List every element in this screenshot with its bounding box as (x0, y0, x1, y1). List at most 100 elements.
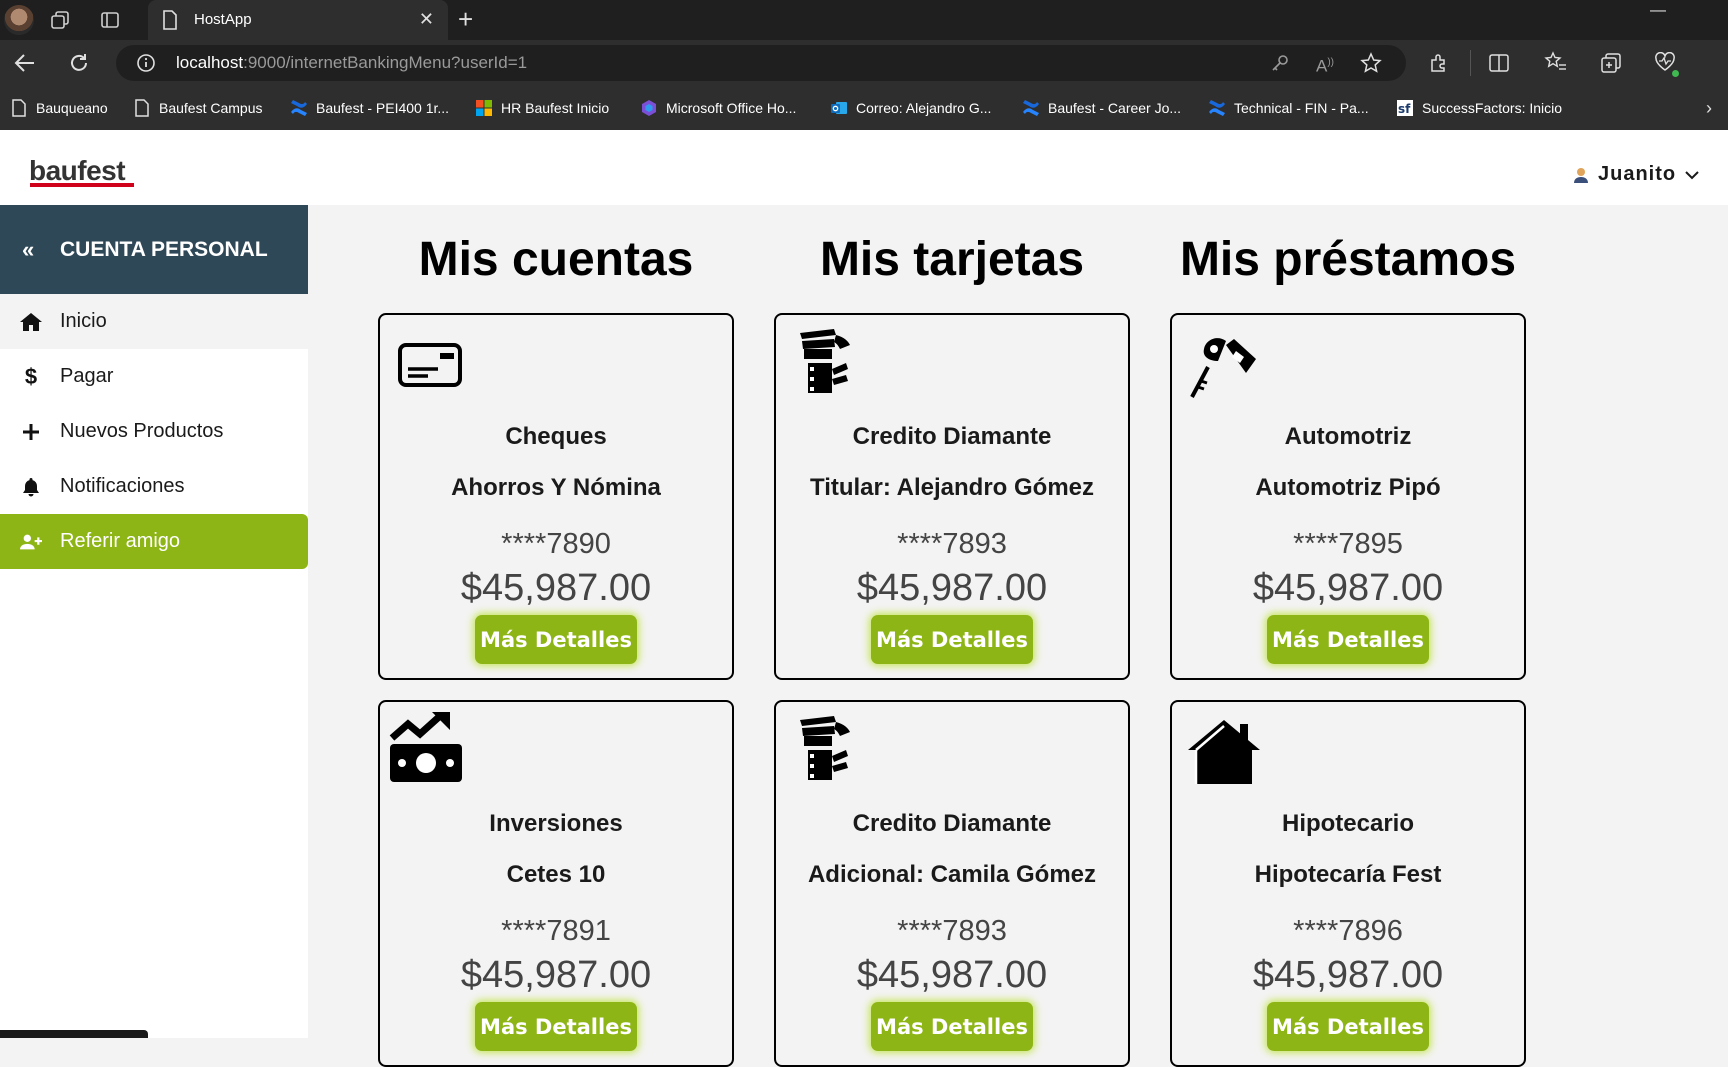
bookmark-bauqueano[interactable]: Bauqueano (10, 98, 108, 118)
app-header: baufest Juanito (0, 130, 1728, 205)
bookmark-microsoft-office[interactable]: Microsoft Office Ho... (640, 98, 796, 118)
card-number: ****7893 (897, 528, 1007, 560)
bookmark-successfactors[interactable]: sf SuccessFactors: Inicio (1396, 98, 1562, 118)
sidebar-title: CUENTA PERSONAL (60, 238, 268, 261)
browser-tab-bar: HostApp ✕ + — (0, 0, 1728, 40)
confluence-icon (291, 100, 307, 116)
user-icon (1574, 167, 1588, 183)
outlook-icon (831, 102, 847, 114)
more-details-button[interactable]: Más Detalles (1267, 615, 1429, 664)
tab-hostapp[interactable]: HostApp ✕ (148, 0, 448, 40)
more-details-button[interactable]: Más Detalles (475, 1002, 637, 1051)
card-type: Automotriz (1284, 423, 1412, 450)
card-name: Automotriz Pipó (1255, 474, 1441, 501)
favorite-star-icon[interactable] (1360, 52, 1382, 74)
bookmarks-bar: Bauqueano Baufest Campus Baufest - PEI40… (0, 86, 1728, 130)
card-amount: $45,987.00 (856, 567, 1048, 609)
page-icon (162, 10, 178, 30)
card-amount: $45,987.00 (460, 567, 652, 609)
refresh-icon[interactable] (68, 52, 90, 74)
card-type: Credito Diamante (852, 423, 1052, 450)
extensions-icon[interactable] (1428, 52, 1450, 74)
card-name: Cetes 10 (506, 861, 606, 888)
column-title-mis-prestamos: Mis préstamos (1179, 233, 1517, 286)
user-menu[interactable]: Juanito (1572, 163, 1700, 186)
new-tab-button[interactable]: + (458, 6, 473, 32)
money-hand-icon (800, 716, 850, 780)
card-name: Hipotecaría Fest (1254, 861, 1442, 888)
chevron-right-icon[interactable]: › (1706, 98, 1712, 118)
sidebar: « CUENTA PERSONAL Inicio $ Pagar Nuevos … (0, 205, 308, 1038)
tab-title: HostApp (194, 11, 252, 28)
column-title-mis-tarjetas: Mis tarjetas (819, 233, 1085, 286)
bookmark-career-journey[interactable]: Baufest - Career Jo... (1022, 98, 1181, 118)
card-name: Titular: Alejandro Gómez (809, 474, 1095, 501)
more-details-button[interactable]: Más Detalles (871, 615, 1033, 664)
card-amount: $45,987.00 (856, 954, 1048, 996)
dollar-icon: $ (24, 363, 38, 389)
sidebar-item-pagar[interactable]: $ Pagar (0, 349, 308, 404)
sidebar-item-nuevos-productos[interactable]: Nuevos Productos (0, 404, 308, 459)
browser-essentials-icon[interactable] (1654, 52, 1676, 72)
card-amount: $45,987.00 (1252, 954, 1444, 996)
minimize-window-icon[interactable]: — (1650, 2, 1666, 20)
car-key-icon (1190, 338, 1256, 398)
bookmark-correo[interactable]: Correo: Alejandro G... (830, 98, 991, 118)
microsoft-icon (476, 100, 492, 116)
confluence-icon (1023, 100, 1039, 116)
card-amount: $45,987.00 (1252, 567, 1444, 609)
card-number: ****7896 (1293, 915, 1403, 947)
svg-text:sf: sf (1398, 102, 1411, 116)
collections-icon[interactable] (1600, 52, 1622, 74)
close-tab-icon[interactable]: ✕ (419, 9, 434, 30)
key-icon[interactable] (1270, 53, 1290, 73)
sidebar-header: « CUENTA PERSONAL (0, 205, 308, 294)
house-icon (1188, 720, 1260, 784)
sidebar-item-inicio[interactable]: Inicio (0, 294, 308, 349)
url-text: localhost:9000/internetBankingMenu?userI… (176, 53, 528, 72)
bookmark-pei400[interactable]: Baufest - PEI400 1r... (290, 98, 449, 118)
split-screen-icon[interactable] (1488, 52, 1510, 74)
column-title-mis-cuentas: Mis cuentas (418, 233, 694, 286)
successfactors-icon: sf (1397, 100, 1413, 116)
add-user-icon (20, 531, 42, 553)
more-details-button[interactable]: Más Detalles (1267, 1002, 1429, 1051)
bookmark-technical-fin[interactable]: Technical - FIN - Pa... (1208, 98, 1369, 118)
status-dot (1672, 70, 1679, 77)
office-icon (642, 100, 656, 116)
page-icon (135, 99, 149, 117)
profile-avatar[interactable] (4, 5, 34, 35)
bookmark-hr-baufest[interactable]: HR Baufest Inicio (475, 98, 609, 118)
toolbar-divider (1470, 50, 1471, 76)
card-type: Hipotecario (1281, 810, 1415, 837)
card-number: ****7895 (1293, 528, 1403, 560)
read-aloud-icon[interactable]: A)) (1316, 53, 1334, 77)
home-icon (20, 311, 42, 333)
back-arrow-icon[interactable] (14, 53, 36, 73)
money-hand-icon (800, 329, 850, 393)
user-name: Juanito (1598, 163, 1677, 185)
more-details-button[interactable]: Más Detalles (475, 615, 637, 664)
sidebar-item-notificaciones[interactable]: Notificaciones (0, 459, 308, 514)
loan-card-automotriz: Automotriz Automotriz Pipó ****7895 $45,… (1170, 313, 1526, 680)
page-icon (12, 99, 26, 117)
tab-actions-icon[interactable] (100, 10, 120, 30)
browser-toolbar: localhost:9000/internetBankingMenu?userI… (0, 40, 1728, 86)
card-type: Inversiones (489, 810, 623, 837)
favorites-icon[interactable] (1544, 51, 1568, 73)
collapse-sidebar-icon[interactable]: « (22, 237, 34, 263)
card-number: ****7893 (897, 915, 1007, 947)
workspaces-icon[interactable] (50, 10, 70, 30)
card-number: ****7891 (501, 915, 611, 947)
sidebar-item-referir-amigo[interactable]: Referir amigo (0, 514, 308, 569)
address-bar[interactable]: localhost:9000/internetBankingMenu?userI… (116, 45, 1406, 81)
logo-underline (30, 183, 134, 187)
more-details-button[interactable]: Más Detalles (871, 1002, 1033, 1051)
bookmark-baufest-campus[interactable]: Baufest Campus (133, 98, 263, 118)
site-info-icon[interactable] (136, 53, 156, 73)
card-type: Credito Diamante (852, 810, 1052, 837)
credit-card-icon (398, 343, 462, 387)
taskbar-edge (0, 1030, 148, 1038)
card-type: Cheques (505, 423, 607, 450)
card-amount: $45,987.00 (460, 954, 652, 996)
